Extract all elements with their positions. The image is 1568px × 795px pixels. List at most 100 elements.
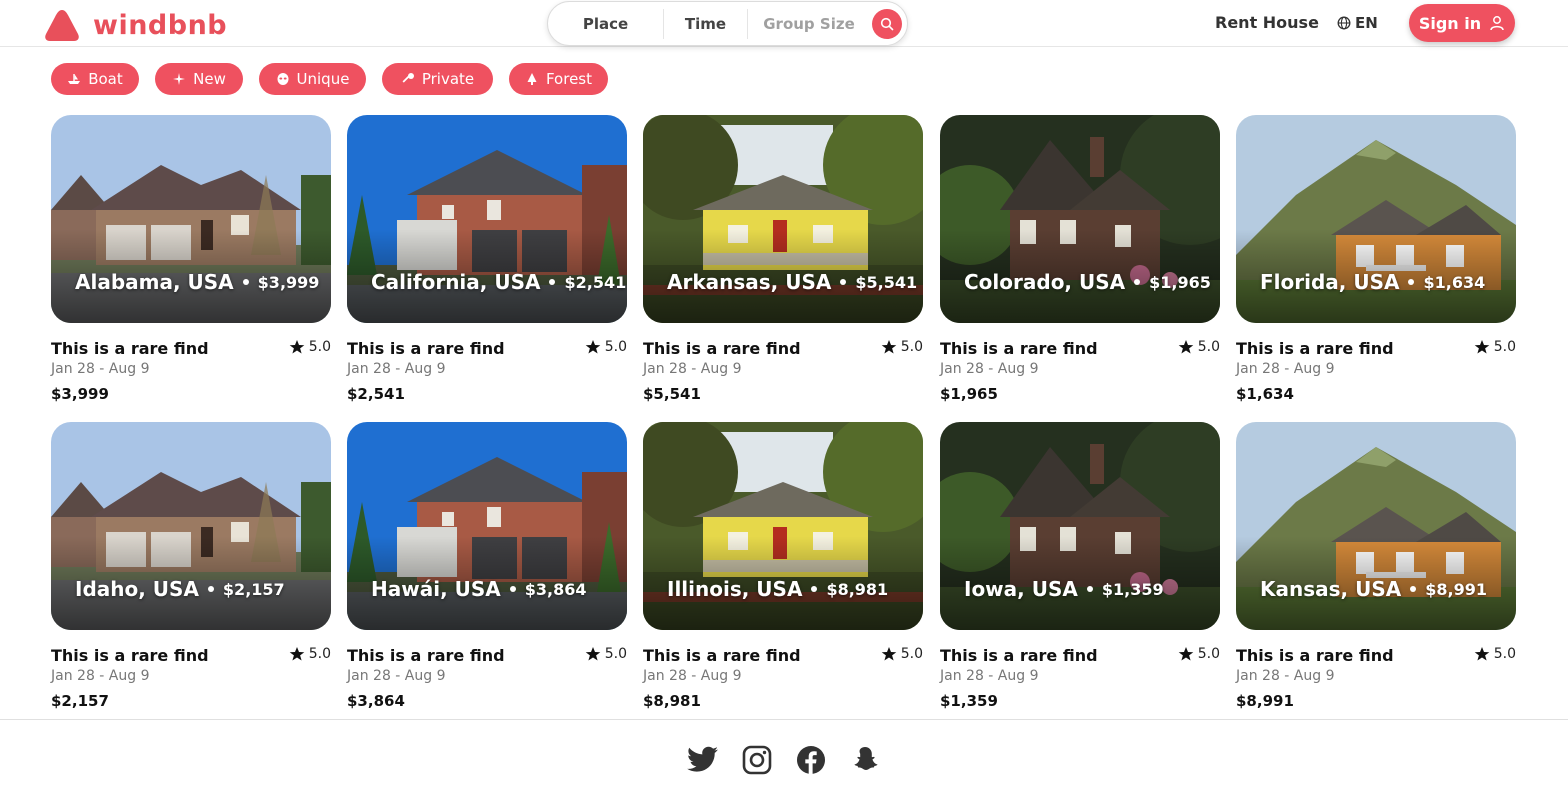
listing-title: This is a rare find bbox=[1236, 646, 1394, 665]
listing-title: This is a rare find bbox=[51, 646, 209, 665]
listing-photo[interactable]: California, USA $2,541 bbox=[347, 115, 627, 323]
rating-value: 5.0 bbox=[1493, 646, 1516, 662]
listing-price: $8,981 bbox=[643, 692, 701, 710]
listing-overlay: Hawái, USA $3,864 bbox=[371, 577, 587, 601]
listing-dates: Jan 28 - Aug 9 bbox=[940, 361, 1039, 377]
brand-name: windbnb bbox=[93, 9, 228, 41]
listing-overlay: Colorado, USA $1,965 bbox=[964, 270, 1211, 294]
listing-rating: 5.0 bbox=[1178, 339, 1220, 355]
brand-logo[interactable]: windbnb bbox=[43, 8, 227, 42]
rating-value: 5.0 bbox=[1197, 339, 1220, 355]
tree-icon bbox=[527, 73, 537, 85]
listing-price: $2,541 bbox=[347, 385, 405, 403]
listing-overlay-price: $8,981 bbox=[826, 579, 889, 599]
listing-title: This is a rare find bbox=[347, 646, 505, 665]
rating-value: 5.0 bbox=[604, 646, 627, 662]
filter-chip-forest[interactable]: Forest bbox=[509, 63, 608, 95]
filter-chip-boat[interactable]: Boat bbox=[51, 63, 139, 95]
listing-dates: Jan 28 - Aug 9 bbox=[1236, 668, 1335, 684]
listing-dates: Jan 28 - Aug 9 bbox=[1236, 361, 1335, 377]
listing-dates: Jan 28 - Aug 9 bbox=[51, 361, 150, 377]
listing-price: $1,359 bbox=[940, 692, 998, 710]
listing-price: $5,541 bbox=[643, 385, 701, 403]
rating-value: 5.0 bbox=[308, 339, 331, 355]
listing-rating: 5.0 bbox=[585, 339, 627, 355]
listing-title: This is a rare find bbox=[51, 339, 209, 358]
search-button[interactable] bbox=[872, 8, 902, 39]
listing-rating: 5.0 bbox=[289, 339, 331, 355]
listing-rating: 5.0 bbox=[585, 646, 627, 662]
listing-card[interactable]: Illinois, USA $8,981 This is a rare find… bbox=[643, 422, 923, 712]
listing-rating: 5.0 bbox=[1178, 646, 1220, 662]
listing-overlay: Idaho, USA $2,157 bbox=[75, 577, 285, 601]
top-header: windbnb Place Time Group Size Rent House… bbox=[0, 0, 1568, 47]
logo-icon bbox=[43, 8, 81, 42]
boat-icon bbox=[68, 74, 81, 84]
listing-photo[interactable]: Idaho, USA $2,157 bbox=[51, 422, 331, 630]
listing-overlay: Arkansas, USA $5,541 bbox=[667, 270, 917, 294]
listing-title: This is a rare find bbox=[347, 339, 505, 358]
dot-separator bbox=[207, 586, 214, 592]
filter-chip-unique[interactable]: Unique bbox=[259, 63, 366, 95]
star-icon bbox=[1474, 340, 1490, 354]
listing-photo[interactable]: Hawái, USA $3,864 bbox=[347, 422, 627, 630]
filter-chip-new[interactable]: New bbox=[155, 63, 243, 95]
place-field[interactable]: Place bbox=[548, 8, 664, 39]
listing-price: $1,634 bbox=[1236, 385, 1294, 403]
listing-dates: Jan 28 - Aug 9 bbox=[347, 361, 446, 377]
listing-photo[interactable]: Colorado, USA $1,965 bbox=[940, 115, 1220, 323]
listing-card[interactable]: Colorado, USA $1,965 This is a rare find… bbox=[940, 115, 1220, 405]
listing-photo[interactable]: Illinois, USA $8,981 bbox=[643, 422, 923, 630]
listing-price: $3,999 bbox=[51, 385, 109, 403]
listing-price: $1,965 bbox=[940, 385, 998, 403]
facebook-icon[interactable] bbox=[795, 744, 827, 776]
search-bar[interactable]: Place Time Group Size bbox=[547, 1, 908, 46]
snapchat-icon[interactable] bbox=[849, 744, 881, 776]
listing-photo[interactable]: Iowa, USA $1,359 bbox=[940, 422, 1220, 630]
sign-in-button[interactable]: Sign in bbox=[1409, 4, 1515, 42]
twitter-icon[interactable] bbox=[687, 744, 719, 776]
time-field[interactable]: Time bbox=[664, 8, 748, 39]
dot-separator bbox=[811, 586, 818, 592]
listing-overlay-price: $1,634 bbox=[1423, 272, 1486, 292]
listing-location: California, USA bbox=[371, 270, 541, 294]
listing-overlay: Kansas, USA $8,991 bbox=[1260, 577, 1487, 601]
listing-location: Iowa, USA bbox=[964, 577, 1078, 601]
listing-card[interactable]: Idaho, USA $2,157 This is a rare find 5.… bbox=[51, 422, 331, 712]
page-footer bbox=[0, 719, 1568, 795]
listing-photo[interactable]: Florida, USA $1,634 bbox=[1236, 115, 1516, 323]
filter-chip-private[interactable]: Private bbox=[382, 63, 493, 95]
sign-in-label: Sign in bbox=[1418, 13, 1482, 33]
listing-location: Florida, USA bbox=[1260, 270, 1400, 294]
listing-dates: Jan 28 - Aug 9 bbox=[643, 361, 742, 377]
filter-label: Boat bbox=[88, 70, 123, 88]
listing-photo[interactable]: Alabama, USA $3,999 bbox=[51, 115, 331, 323]
listing-card[interactable]: Iowa, USA $1,359 This is a rare find 5.0… bbox=[940, 422, 1220, 712]
listing-card[interactable]: Alabama, USA $3,999 This is a rare find … bbox=[51, 115, 331, 405]
filter-label: Unique bbox=[296, 70, 350, 88]
dot-separator bbox=[509, 586, 516, 592]
listing-location: Alabama, USA bbox=[75, 270, 234, 294]
group-size-field[interactable]: Group Size bbox=[748, 9, 870, 39]
listing-card[interactable]: California, USA $2,541 This is a rare fi… bbox=[347, 115, 627, 405]
listing-card[interactable]: Arkansas, USA $5,541 This is a rare find… bbox=[643, 115, 923, 405]
instagram-icon[interactable] bbox=[741, 744, 773, 776]
dot-separator bbox=[1408, 279, 1415, 285]
social-links bbox=[687, 744, 881, 776]
globe-icon bbox=[1337, 16, 1351, 30]
listing-card[interactable]: Florida, USA $1,634 This is a rare find … bbox=[1236, 115, 1516, 405]
star-icon bbox=[881, 647, 897, 661]
language-selector[interactable]: EN bbox=[1337, 14, 1378, 32]
user-icon bbox=[1490, 16, 1504, 31]
listing-card[interactable]: Kansas, USA $8,991 This is a rare find 5… bbox=[1236, 422, 1516, 712]
listing-overlay-price: $1,359 bbox=[1101, 579, 1164, 599]
listing-photo[interactable]: Arkansas, USA $5,541 bbox=[643, 115, 923, 323]
listing-overlay-price: $2,541 bbox=[564, 272, 627, 292]
rent-house-link[interactable]: Rent House bbox=[1215, 13, 1319, 32]
dot-separator bbox=[1410, 586, 1417, 592]
listing-title: This is a rare find bbox=[643, 646, 801, 665]
listing-card[interactable]: Hawái, USA $3,864 This is a rare find 5.… bbox=[347, 422, 627, 712]
listing-photo[interactable]: Kansas, USA $8,991 bbox=[1236, 422, 1516, 630]
listing-location: Hawái, USA bbox=[371, 577, 501, 601]
listing-title: This is a rare find bbox=[643, 339, 801, 358]
